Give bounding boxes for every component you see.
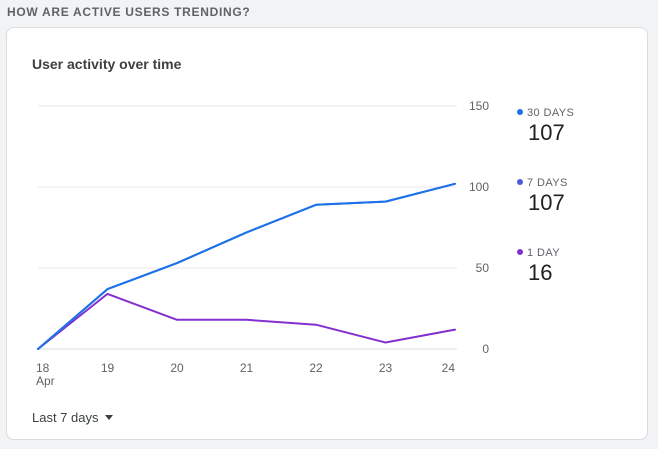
x-tick-label: 21 [240,361,254,375]
legend-value: 16 [528,260,553,285]
date-range-label: Last 7 days [32,410,99,425]
series-line [37,182,456,350]
y-tick-label: 50 [476,261,490,275]
legend-value: 107 [528,190,565,215]
legend-item: 30 DAYS 107 [517,106,574,146]
x-tick-label: 18 [36,361,50,375]
series-line [37,292,456,350]
x-tick-label: 24 [442,361,456,375]
legend-label-text: 7 DAYS [527,177,568,189]
legend-dot-icon [517,249,523,255]
legend-item: 7 DAYS 107 [517,176,568,216]
legend-label-text: 30 DAYS [527,107,575,119]
y-tick-label: 100 [469,180,489,194]
x-tick-label: 20 [170,361,184,375]
x-tick-label: 19 [101,361,115,375]
legend-dot-icon [517,179,523,185]
y-tick-label: 150 [469,99,489,113]
legend-label: 7 DAYS [517,176,568,190]
section-title: HOW ARE ACTIVE USERS TRENDING? [7,5,251,19]
x-tick-sublabel: Apr [36,374,55,388]
legend-label: 1 DAY [517,246,560,260]
user-activity-card: User activity over time 0 50 100 150 18 19 20 2… [6,27,648,440]
x-tick-label: 23 [379,361,393,375]
legend-dot-icon [517,109,523,115]
legend-value: 107 [528,120,565,145]
dropdown-caret-icon [104,415,113,420]
legend-item: 1 DAY 16 [517,246,560,286]
legend-label-text: 1 DAY [527,247,560,259]
series-line [37,182,456,350]
legend-label: 30 DAYS [517,106,574,120]
y-tick-label: 0 [482,342,489,356]
x-tick-label: 22 [309,361,323,375]
date-range-dropdown[interactable]: Last 7 days [32,409,113,427]
user-activity-line-chart: 0 50 100 150 18 19 20 21 22 23 24 Apr [36,99,490,388]
